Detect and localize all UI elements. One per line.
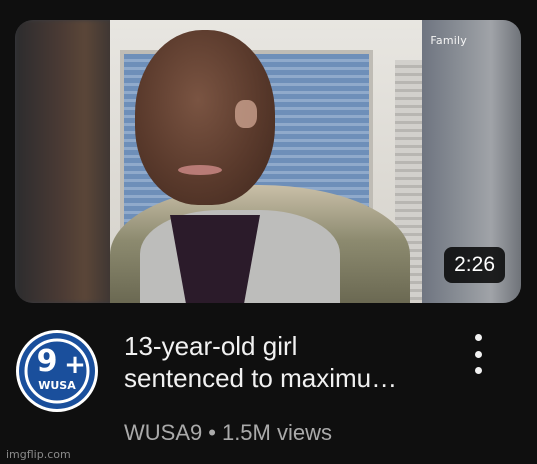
kebab-dot-icon bbox=[474, 367, 482, 374]
thumbnail-blur-left bbox=[15, 20, 115, 303]
kebab-dot-icon bbox=[474, 350, 482, 358]
video-card[interactable]: Family 2:26 9 + WUSA 13-year-old girl se… bbox=[0, 0, 537, 464]
wusa9-logo-icon: 9 + WUSA bbox=[19, 333, 95, 409]
logo-text: WUSA bbox=[38, 379, 76, 392]
imgflip-watermark: imgflip.com bbox=[6, 448, 71, 461]
video-thumbnail[interactable]: Family 2:26 bbox=[15, 20, 521, 303]
kebab-dot-icon bbox=[474, 334, 482, 341]
video-title[interactable]: 13-year-old girl sentenced to maximu… bbox=[124, 330, 444, 394]
channel-avatar[interactable]: 9 + WUSA bbox=[16, 330, 98, 412]
separator-dot: • bbox=[208, 420, 216, 445]
logo-number: 9 bbox=[37, 344, 58, 379]
duration-badge: 2:26 bbox=[444, 247, 505, 283]
thumbnail-overlay-label: Family bbox=[430, 34, 467, 47]
view-count: 1.5M views bbox=[221, 420, 332, 445]
logo-plus: + bbox=[64, 350, 86, 380]
video-metadata: WUSA9 • 1.5M views bbox=[124, 420, 332, 446]
channel-name[interactable]: WUSA9 bbox=[124, 420, 202, 445]
video-title-line-2: sentenced to maximu… bbox=[124, 363, 398, 393]
more-options-button[interactable] bbox=[466, 334, 490, 374]
video-title-line-1: 13-year-old girl bbox=[124, 331, 298, 361]
thumbnail-photo bbox=[110, 20, 422, 303]
